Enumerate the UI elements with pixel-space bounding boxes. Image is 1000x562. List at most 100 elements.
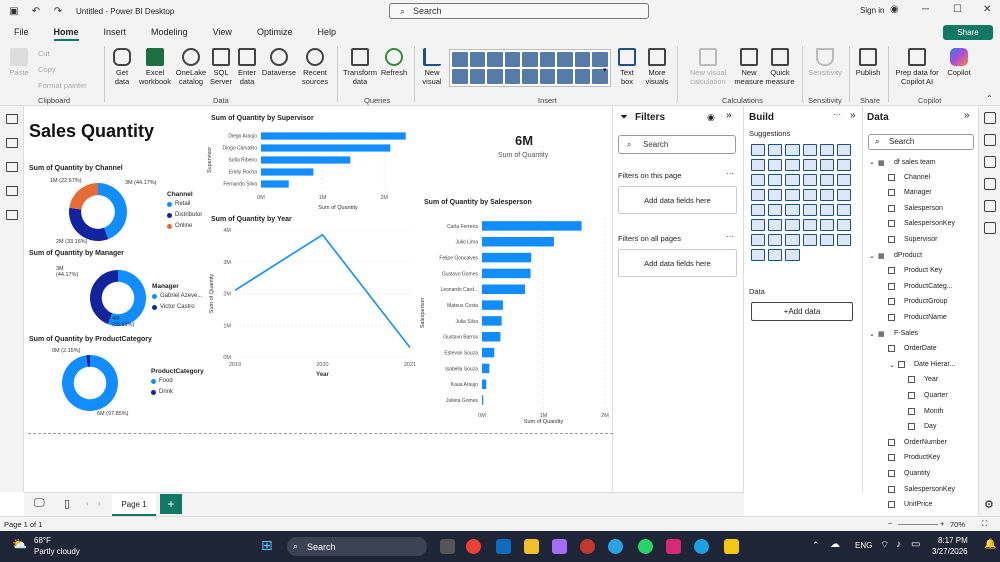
legend-item[interactable]: Victor Castro: [152, 304, 195, 310]
chevron-right-icon[interactable]: ›: [98, 499, 101, 508]
media-app-icon[interactable]: [580, 539, 595, 554]
chevron-up-icon[interactable]: ⌃: [986, 94, 993, 103]
gear-icon[interactable]: ⚙: [984, 498, 994, 511]
bookmarks-icon[interactable]: [983, 178, 996, 190]
desktop-layout-icon[interactable]: 🖵: [34, 497, 45, 510]
field-item[interactable]: ProductCateg...: [879, 282, 953, 290]
zoom-out-icon[interactable]: −: [888, 519, 892, 528]
checkbox[interactable]: [888, 282, 895, 290]
checkbox[interactable]: [888, 267, 895, 275]
dax-query-icon[interactable]: [5, 186, 18, 196]
add-pane-icon[interactable]: [983, 222, 996, 234]
whatsapp-app-icon[interactable]: [638, 539, 653, 554]
mobile-layout-icon[interactable]: ▯: [64, 497, 70, 510]
tab-modeling[interactable]: Modeling: [151, 22, 188, 42]
volume-icon[interactable]: ♪: [896, 539, 901, 550]
report-canvas[interactable]: Sales Quantity Sum of Quantity by Channe…: [24, 106, 613, 492]
field-item[interactable]: SalespersonKey: [879, 220, 955, 228]
add-page-filter-dropzone[interactable]: Add data fields here: [618, 186, 737, 214]
undo-icon[interactable]: ↶: [28, 3, 44, 19]
checkbox[interactable]: [888, 189, 895, 197]
onelake-button[interactable]: OneLake catalog: [174, 48, 208, 86]
supervisor-bar-chart[interactable]: 0M 1M 2M Diego Araujo Diogo Carvalho Sofia Ri…: [207, 128, 427, 210]
data-search-input[interactable]: ⌕ Search: [868, 134, 974, 150]
legend-item[interactable]: Online: [167, 223, 192, 229]
table-view-icon[interactable]: [5, 138, 18, 148]
field-item[interactable]: Channel: [879, 173, 930, 181]
zoom-slider[interactable]: [898, 524, 938, 525]
field-item[interactable]: Quantity: [879, 470, 930, 477]
copy-button[interactable]: Copy: [38, 65, 56, 74]
wifi-icon[interactable]: ⌔: [880, 539, 889, 552]
dataverse-button[interactable]: Dataverse: [260, 48, 298, 77]
year-line-chart[interactable]: 4M 3M 2M 1M 0M2019 2020 2021 Year Sum of Quantit…: [207, 224, 422, 379]
collapse-pane-icon[interactable]: »: [726, 110, 732, 121]
tab-insert[interactable]: Insert: [104, 22, 127, 42]
refresh-button[interactable]: Refresh: [380, 48, 408, 77]
checkbox[interactable]: [908, 392, 915, 399]
more-options-icon[interactable]: ···: [726, 169, 734, 178]
chevron-down-icon[interactable]: ▾: [603, 66, 607, 74]
copilot-app-icon[interactable]: [552, 539, 567, 554]
build-pane-icon[interactable]: [983, 134, 996, 146]
field-item[interactable]: Manager: [879, 189, 932, 197]
checkbox[interactable]: [908, 423, 915, 431]
checkbox[interactable]: [888, 173, 895, 181]
salesperson-bar-chart[interactable]: 0M 1M 2MCarla FerreiraJulio LimaFelipe Gon…: [420, 214, 613, 424]
filters-search-input[interactable]: ⌕ Search: [618, 135, 736, 154]
format-painter-button[interactable]: Format painter: [38, 81, 87, 90]
collapse-pane-icon[interactable]: »: [964, 110, 970, 121]
field-item[interactable]: Day: [899, 423, 936, 431]
maximize-icon[interactable]: ☐: [953, 4, 962, 15]
field-item[interactable]: ProductGroup: [879, 298, 948, 306]
language-indicator[interactable]: ENG: [855, 541, 872, 550]
enter-data-button[interactable]: Enter data: [234, 48, 260, 86]
checkbox[interactable]: [888, 454, 895, 462]
checkbox[interactable]: [888, 236, 895, 243]
transform-data-button[interactable]: Transform data: [342, 48, 378, 86]
legend-item[interactable]: Food: [151, 378, 173, 384]
field-item[interactable]: OrderDate: [879, 345, 937, 353]
power-bi-app-icon[interactable]: [724, 539, 739, 554]
battery-icon[interactable]: ▭: [911, 539, 920, 550]
add-page-button[interactable]: +: [160, 494, 182, 514]
table-icon[interactable]: ▦: [878, 252, 885, 260]
cut-button[interactable]: Cut: [38, 49, 50, 58]
table-icon[interactable]: ▦: [878, 330, 885, 338]
selection-icon[interactable]: [983, 200, 996, 212]
checkbox[interactable]: [888, 470, 895, 477]
legend-item[interactable]: Retail: [167, 201, 190, 207]
field-item[interactable]: Salesperson: [879, 204, 943, 212]
minimize-icon[interactable]: ─: [922, 4, 929, 15]
folder-app-icon[interactable]: [524, 539, 539, 554]
legend-item[interactable]: Drink: [151, 389, 173, 395]
global-search-input[interactable]: ⌕ Search: [389, 3, 649, 19]
chevron-left-icon[interactable]: ‹: [86, 499, 89, 508]
tab-view[interactable]: View: [213, 22, 232, 42]
field-item[interactable]: Year: [899, 376, 938, 384]
zoom-in-icon[interactable]: +: [940, 519, 944, 528]
more-visuals-button[interactable]: More visuals: [642, 48, 672, 86]
get-data-button[interactable]: Get data: [108, 48, 136, 86]
quick-measure-button[interactable]: Quick measure: [764, 48, 796, 86]
legend-item[interactable]: Distributor: [167, 212, 202, 218]
checkbox[interactable]: [898, 361, 905, 369]
data-pane-icon[interactable]: [983, 112, 996, 124]
notification-icon[interactable]: 🔔: [984, 539, 996, 550]
tab-optimize[interactable]: Optimize: [257, 22, 293, 42]
new-visual-calc-button[interactable]: New visual calculation: [682, 48, 734, 86]
add-all-pages-filter-dropzone[interactable]: Add data fields here: [618, 249, 737, 277]
filters-pane-icon[interactable]: [983, 156, 996, 168]
field-item[interactable]: UnitPrice: [879, 501, 932, 509]
collapse-pane-icon[interactable]: »: [850, 110, 856, 121]
category-donut-chart[interactable]: [61, 354, 119, 412]
field-item[interactable]: SalespersonKey: [879, 485, 955, 493]
new-measure-button[interactable]: New measure: [734, 48, 764, 86]
checkbox[interactable]: [888, 314, 895, 321]
visual-gallery[interactable]: [449, 49, 611, 87]
sign-in-link[interactable]: Sign in: [860, 6, 884, 15]
windows-start-icon[interactable]: ⊞: [261, 537, 273, 554]
checkbox[interactable]: [908, 407, 915, 415]
table-node[interactable]: ⌄ ▦ df sales team: [869, 158, 936, 167]
browser-app-icon[interactable]: [694, 539, 709, 554]
